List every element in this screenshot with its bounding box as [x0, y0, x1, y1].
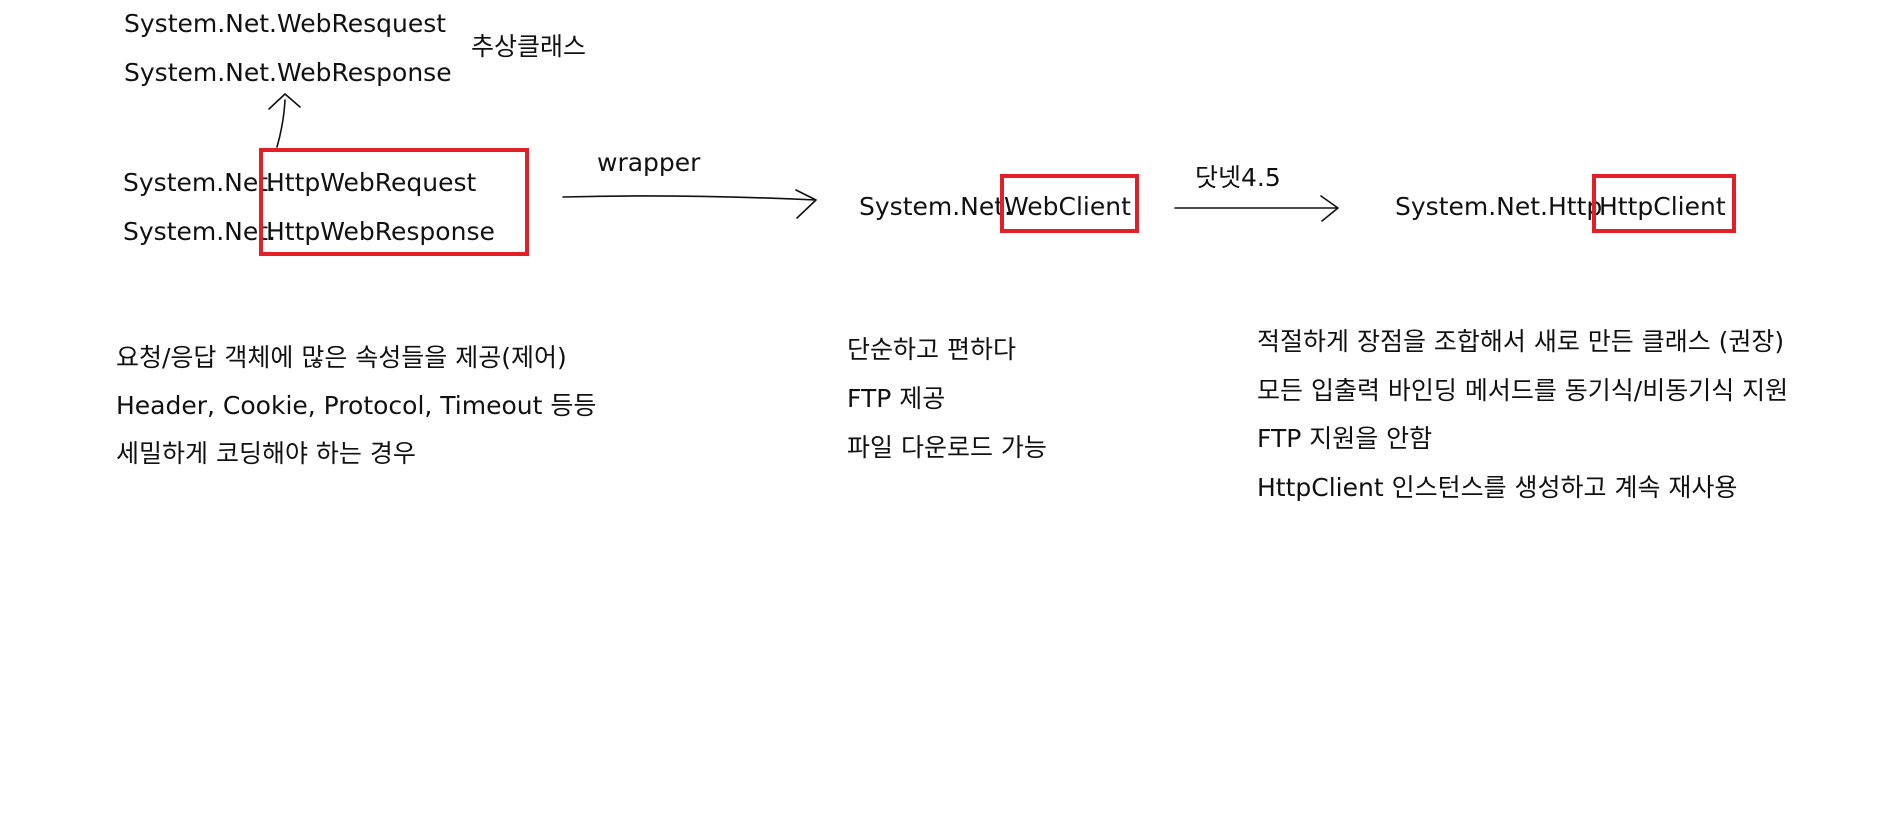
- http-client-note-2: 모든 입출력 바인딩 메서드를 동기식/비동기식 지원: [1257, 376, 1789, 405]
- http-web-note-1: 요청/응답 객체에 많은 속성들을 제공(제어): [116, 343, 567, 372]
- http-web-highlight-box: [259, 148, 529, 256]
- web-client-note-2: FTP 제공: [847, 384, 946, 413]
- abstract-class-caption: 추상클래스: [471, 32, 587, 61]
- wrapper-arrow: [562, 189, 817, 219]
- web-client-highlight-box: [1000, 174, 1139, 233]
- http-client-note-3: FTP 지원을 안함: [1257, 424, 1433, 453]
- web-client-note-1: 단순하고 편하다: [847, 335, 1016, 364]
- web-client-prefix: System.Net.: [859, 192, 1013, 221]
- wrapper-arrow-label: wrapper: [597, 148, 701, 177]
- http-client-note-4: HttpClient 인스턴스를 생성하고 계속 재사용: [1257, 473, 1738, 502]
- http-web-note-3: 세밀하게 코딩해야 하는 경우: [116, 439, 416, 468]
- http-client-highlight-box: [1592, 174, 1736, 233]
- abstract-web-request-label: System.Net.WebResquest: [124, 9, 447, 38]
- abstract-web-response-label: System.Net.WebResponse: [124, 58, 452, 87]
- http-client-note-1: 적절하게 장점을 조합해서 새로 만든 클래스 (권장): [1257, 327, 1785, 356]
- dotnet-arrow: [1174, 195, 1339, 222]
- dotnet-arrow-label: 닷넷4.5: [1195, 163, 1281, 192]
- http-web-request-prefix: System.Net.: [123, 168, 277, 197]
- web-client-note-3: 파일 다운로드 가능: [847, 433, 1047, 462]
- http-client-prefix: System.Net.Http: [1395, 192, 1603, 221]
- http-web-response-prefix: System.Net.: [123, 217, 277, 246]
- http-web-note-2: Header, Cookie, Protocol, Timeout 등등: [116, 391, 597, 420]
- inheritance-arrow: [268, 93, 301, 148]
